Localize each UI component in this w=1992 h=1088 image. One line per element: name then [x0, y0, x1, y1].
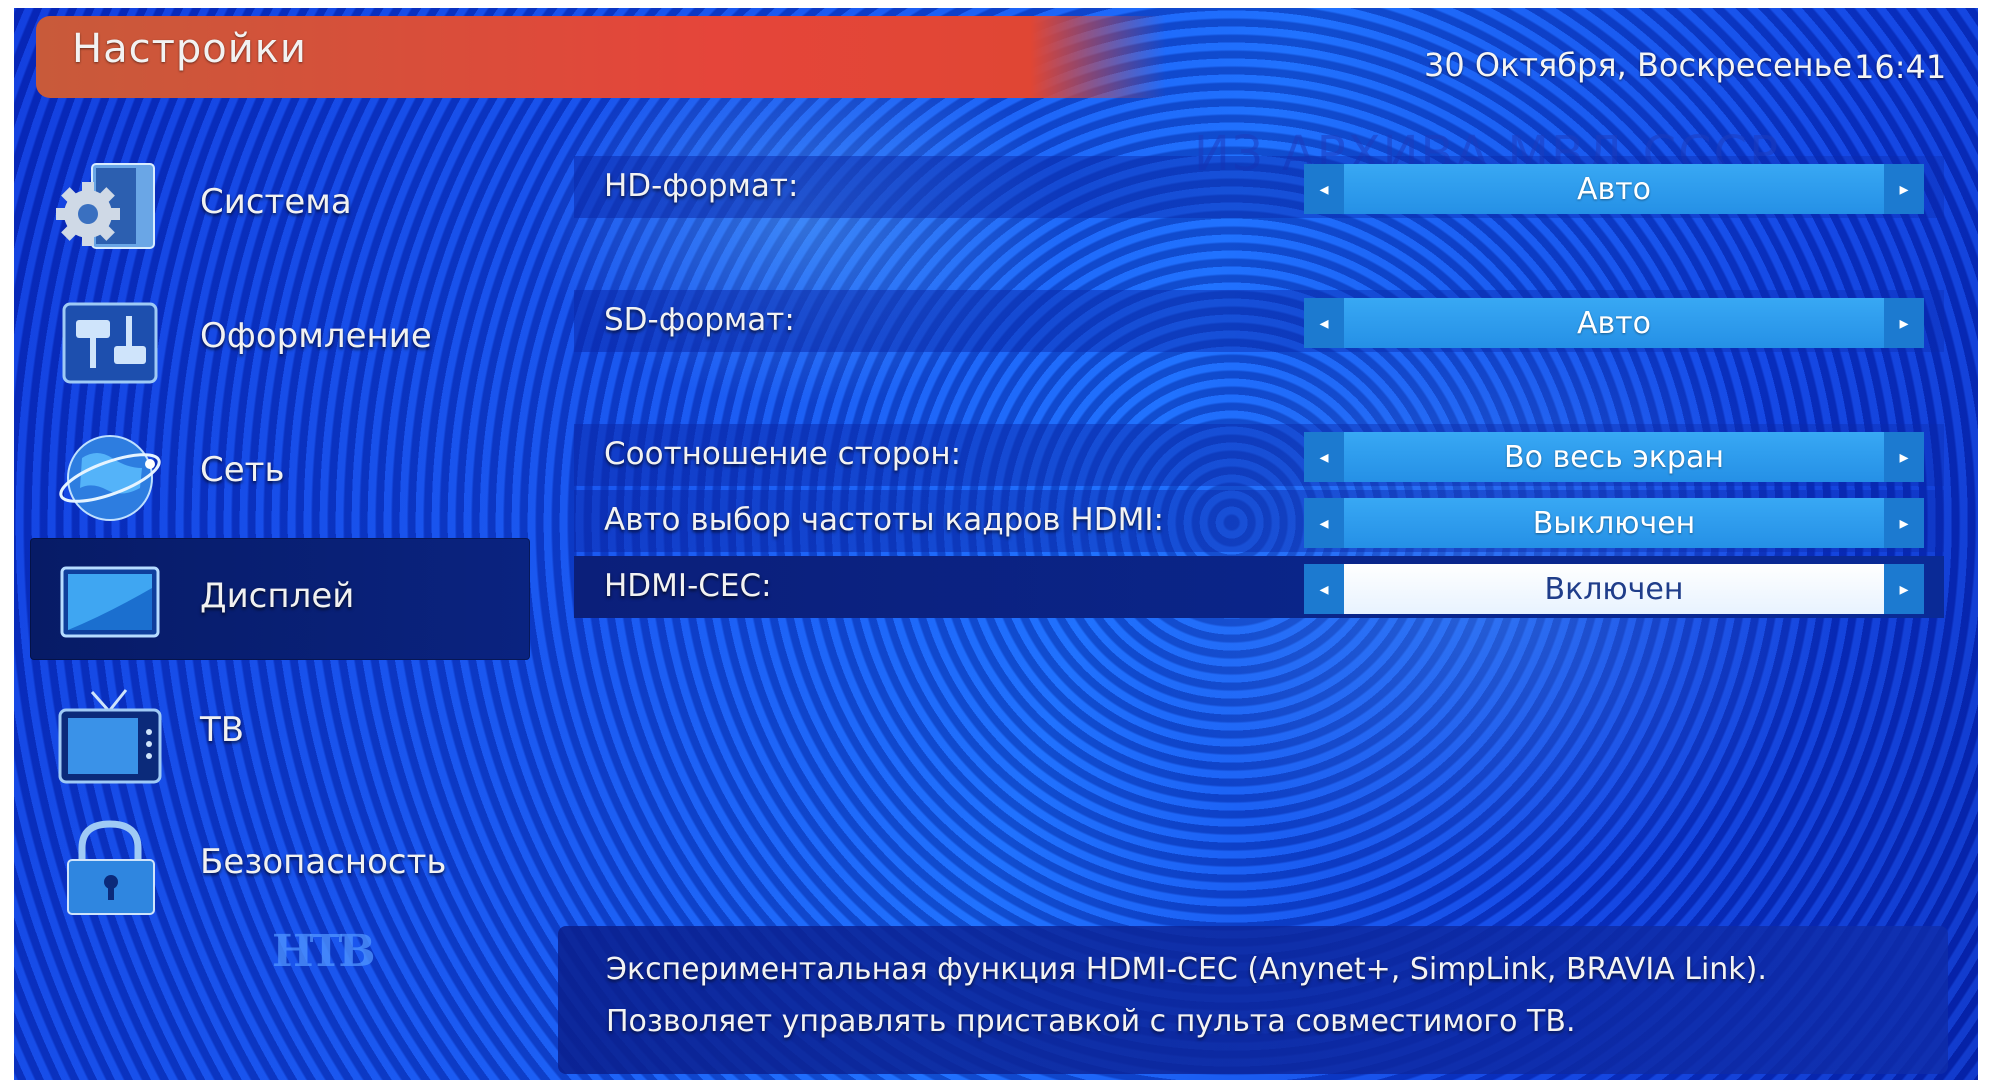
help-text-line-2: Позволяет управлять приставкой с пульта … — [606, 1004, 1576, 1039]
sliders-icon — [62, 302, 158, 384]
sidebar-item-label: ТВ — [200, 710, 245, 750]
sidebar-item-label: Дисплей — [200, 576, 355, 616]
date-label: 30 Октября, Воскресенье — [1424, 46, 1853, 84]
sidebar-item-tv[interactable]: ТВ — [30, 672, 530, 794]
ntv-logo: НТВ — [272, 926, 376, 977]
lock-icon — [67, 820, 155, 915]
hdmi-cec-selector[interactable]: ◂ Включен ▸ — [1304, 564, 1924, 614]
setting-value: Авто — [1344, 298, 1884, 348]
gear-icon — [56, 163, 155, 249]
help-panel: Экспериментальная функция HDMI-CEC (Anyn… — [558, 926, 1948, 1074]
arrow-right-icon[interactable]: ▸ — [1884, 298, 1924, 348]
setting-value: Включен — [1344, 564, 1884, 614]
sidebar-item-display[interactable]: Дисплей — [30, 538, 530, 660]
arrow-left-icon[interactable]: ◂ — [1304, 298, 1344, 348]
sidebar-item-network[interactable]: Сеть — [30, 412, 530, 534]
arrow-left-icon[interactable]: ◂ — [1304, 164, 1344, 214]
arrow-left-icon[interactable]: ◂ — [1304, 564, 1344, 614]
page-title: Настройки — [72, 26, 307, 72]
setting-label: Соотношение сторон: — [604, 436, 962, 472]
setting-row-hdmi-cec[interactable]: HDMI-CEC: ◂ Включен ▸ — [574, 556, 1944, 618]
arrow-right-icon[interactable]: ▸ — [1884, 164, 1924, 214]
arrow-right-icon[interactable]: ▸ — [1884, 498, 1924, 548]
hd-format-selector[interactable]: ◂ Авто ▸ — [1304, 164, 1924, 214]
display-icon — [60, 566, 160, 638]
sidebar-item-appearance[interactable]: Оформление — [30, 278, 530, 400]
tv-icon — [58, 689, 162, 784]
sidebar-item-label: Система — [200, 182, 352, 222]
setting-row-sd-format[interactable]: SD-формат: ◂ Авто ▸ — [574, 290, 1944, 352]
clock-label: 16:41 — [1854, 48, 1947, 86]
setting-value: Выключен — [1344, 498, 1884, 548]
setting-label: SD-формат: — [604, 302, 795, 338]
setting-row-hd-format[interactable]: HD-формат: ◂ Авто ▸ — [574, 156, 1944, 218]
arrow-right-icon[interactable]: ▸ — [1884, 432, 1924, 482]
tv-screen: Настройки 30 Октября, Воскресенье 16:41 … — [14, 8, 1978, 1080]
arrow-left-icon[interactable]: ◂ — [1304, 498, 1344, 548]
setting-value: Во весь экран — [1344, 432, 1884, 482]
arrow-left-icon[interactable]: ◂ — [1304, 432, 1344, 482]
setting-value: Авто — [1344, 164, 1884, 214]
help-text-line-1: Экспериментальная функция HDMI-CEC (Anyn… — [606, 952, 1767, 987]
globe-icon — [59, 435, 161, 521]
sidebar-item-label: Оформление — [200, 316, 432, 356]
setting-row-aspect-ratio[interactable]: Соотношение сторон: ◂ Во весь экран ▸ — [574, 424, 1944, 486]
aspect-ratio-selector[interactable]: ◂ Во весь экран ▸ — [1304, 432, 1924, 482]
arrow-right-icon[interactable]: ▸ — [1884, 564, 1924, 614]
sd-format-selector[interactable]: ◂ Авто ▸ — [1304, 298, 1924, 348]
auto-framerate-selector[interactable]: ◂ Выключен ▸ — [1304, 498, 1924, 548]
setting-label: HD-формат: — [604, 168, 799, 204]
sidebar-item-label: Безопасность — [200, 842, 447, 882]
sidebar-item-security[interactable]: Безопасность — [30, 804, 530, 926]
sidebar-item-label: Сеть — [200, 450, 285, 490]
setting-label: Авто выбор частоты кадров HDMI: — [604, 502, 1164, 538]
sidebar-item-system[interactable]: Система — [30, 144, 530, 266]
setting-label: HDMI-CEC: — [604, 568, 772, 604]
setting-row-auto-framerate[interactable]: Авто выбор частоты кадров HDMI: ◂ Выключ… — [574, 490, 1944, 552]
